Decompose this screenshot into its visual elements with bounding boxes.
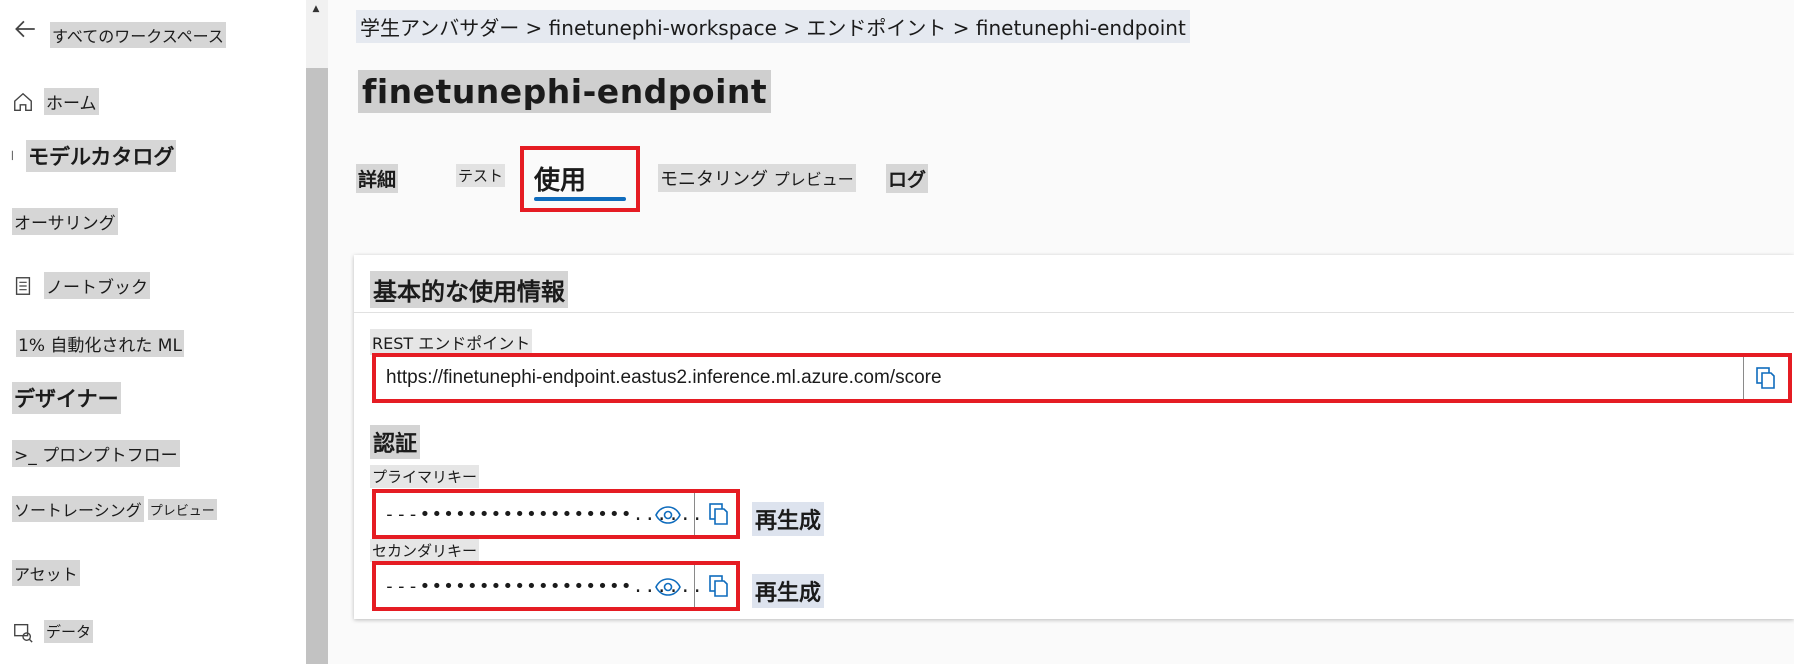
sidebar-scrollbar-thumb[interactable] [306,68,328,664]
sidebar-item-label: ノートブック [44,272,150,299]
copy-endpoint-button[interactable] [1750,362,1782,394]
show-key-eye-icon[interactable] [654,576,682,598]
sidebar-item-label: モデルカタログ [26,140,177,172]
auth-title: 認証 [370,425,421,459]
sidebar-item-notebooks[interactable]: ノートブック [12,272,150,299]
page-title: finetunephi-endpoint [358,70,772,113]
sidebar-item-prompt-flow[interactable]: >_ プロンプトフロー [12,440,180,467]
tab-monitoring-label: モニタリング [660,169,768,190]
sidebar-item-tracing[interactable]: ソートレーシング プレビュー [12,496,217,522]
divider [694,565,695,607]
sidebar-item-model-catalog[interactable]: モデルカタログ [10,140,177,172]
catalog-icon [11,150,13,161]
scroll-up-icon[interactable]: ▲ [311,4,321,14]
preview-badge: プレビュー [773,170,854,189]
sidebar-item-label: ホーム [44,88,99,115]
sidebar-item-data[interactable]: データ [12,620,94,643]
sidebar-section-authoring: オーサリング [12,208,118,235]
sidebar-item-label: ソートレーシング [12,496,144,522]
sidebar-section-assets: アセット [12,560,80,586]
home-icon [14,92,32,111]
sidebar-item-label: 1% 自動化された ML [16,330,184,357]
sidebar-item-designer[interactable]: デザイナー [12,382,121,414]
regenerate-secondary-button[interactable]: 再生成 [752,574,825,608]
rest-endpoint-label: REST エンドポイント [370,329,533,355]
sidebar-section-label: オーサリング [12,208,118,235]
sidebar-item-label: >_ プロンプトフロー [12,440,180,467]
sidebar-item-home[interactable]: ホーム [12,88,99,115]
back-to-workspaces-link[interactable]: すべてのワークスペース [12,10,226,48]
data-icon [14,623,33,643]
preview-badge: プレビュー [147,498,217,520]
copy-icon [709,503,728,525]
tab-logs[interactable]: ログ [886,164,929,193]
tab-active-underline [534,197,626,201]
show-key-eye-icon[interactable] [654,504,682,526]
basic-info-title: 基本的な使用情報 [370,271,568,308]
copy-primary-key-button[interactable] [704,500,734,528]
copy-icon [709,575,728,597]
tab-monitoring[interactable]: モニタリング プレビュー [658,164,856,192]
divider [1743,357,1744,399]
rest-endpoint-url[interactable]: https://finetunephi-endpoint.eastus2.inf… [386,367,942,389]
copy-icon [1756,367,1775,389]
sidebar-item-automl[interactable]: 1% 自動化された ML [16,330,184,357]
back-label: すべてのワークスペース [50,22,226,48]
regenerate-primary-button[interactable]: 再生成 [752,502,825,536]
notebook-icon [15,276,31,295]
breadcrumb[interactable]: 学生アンバサダー > finetunephi-workspace > エンドポイ… [356,10,1190,43]
sidebar-item-label: データ [44,620,94,643]
rest-endpoint-field[interactable]: https://finetunephi-endpoint.eastus2.inf… [372,353,1792,403]
primary-key-label: プライマリキー [370,465,480,488]
tab-details[interactable]: 詳細 [356,164,399,193]
sidebar-item-label: デザイナー [12,382,121,414]
card-header: 基本的な使用情報 [354,255,1794,313]
sidebar: すべてのワークスペース ホーム モデルカタログ オーサリング ノートブック 1%… [0,0,306,664]
secondary-key-field[interactable]: ---••••••••••••••••••...... [372,561,740,611]
secondary-key-label: セカンダリキー [370,539,480,562]
sidebar-section-label: アセット [12,560,80,586]
copy-secondary-key-button[interactable] [704,572,734,600]
basic-consumption-card: 基本的な使用情報 REST エンドポイント https://finetuneph… [354,255,1794,619]
primary-key-field[interactable]: ---••••••••••••••••••...... [372,489,740,539]
main-content: 学生アンバサダー > finetunephi-workspace > エンドポイ… [328,0,1794,664]
divider [694,493,695,535]
tab-test[interactable]: テスト [456,164,506,187]
tab-consume[interactable]: 使用 [534,160,586,197]
arrow-left-icon [15,20,35,38]
